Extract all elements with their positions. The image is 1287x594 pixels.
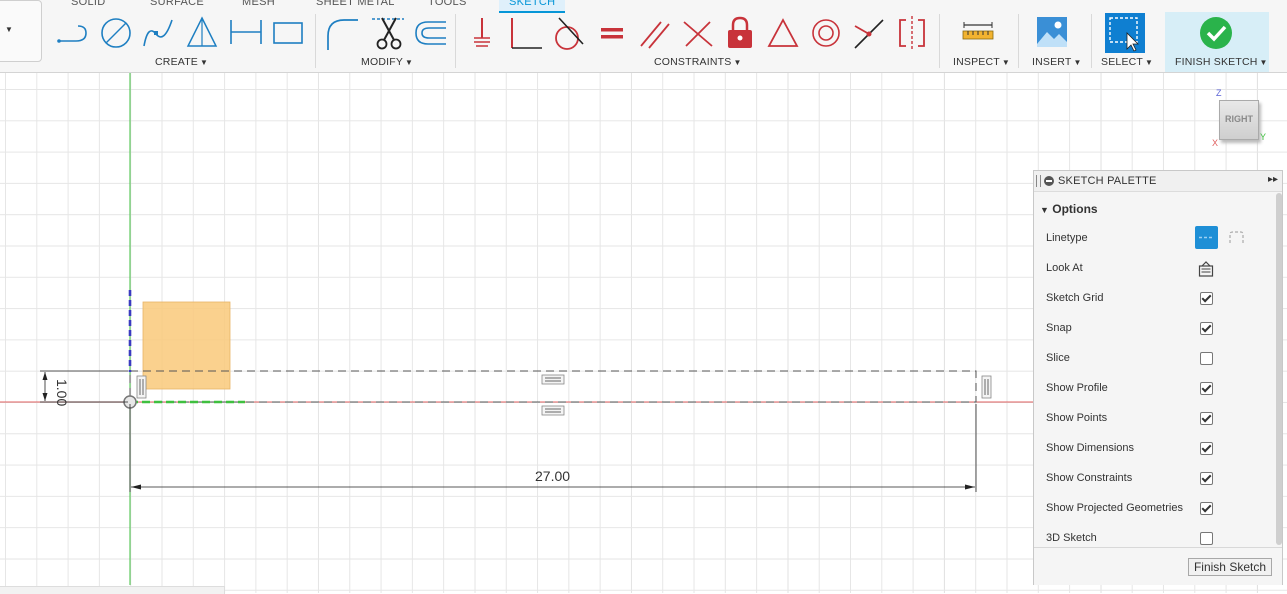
snap-checkbox[interactable] xyxy=(1200,322,1213,335)
lock-icon[interactable] xyxy=(722,14,758,52)
fillet-icon[interactable] xyxy=(324,14,360,52)
finish-sketch-menu[interactable]: FINISH SKETCH ▼ xyxy=(1175,56,1268,68)
show-constraints-checkbox[interactable] xyxy=(1200,472,1213,485)
drag-handle-icon[interactable] xyxy=(1036,175,1041,187)
palette-footer: Finish Sketch xyxy=(1034,547,1282,585)
look-at-icon[interactable] xyxy=(1198,261,1214,277)
show-profile-checkbox[interactable] xyxy=(1200,382,1213,395)
inspect-menu[interactable]: INSPECT ▼ xyxy=(953,56,1010,68)
sketch-grid-checkbox[interactable] xyxy=(1200,292,1213,305)
constraints-menu[interactable]: CONSTRAINTS ▼ xyxy=(654,56,742,68)
tab-mesh[interactable]: MESH xyxy=(242,0,275,8)
slice-checkbox[interactable] xyxy=(1200,352,1213,365)
line-icon[interactable] xyxy=(56,14,92,52)
z-axis-label: Z xyxy=(1216,88,1222,98)
profile-region[interactable] xyxy=(142,301,231,390)
minimize-icon[interactable] xyxy=(1044,176,1054,186)
3d-sketch-checkbox[interactable] xyxy=(1200,532,1213,545)
y-axis-label: Y xyxy=(1260,132,1267,142)
palette-title: SKETCH PALETTE xyxy=(1058,175,1157,187)
view-cube-face-right[interactable]: RIGHT xyxy=(1219,100,1259,140)
fix-icon[interactable] xyxy=(464,14,500,52)
tab-sketch[interactable]: SKETCH xyxy=(499,0,566,13)
options-section-header[interactable]: ▼ Options xyxy=(1040,202,1098,216)
option-show-points: Show Points xyxy=(1046,412,1108,424)
midpoint-icon[interactable] xyxy=(851,14,887,52)
tab-tools[interactable]: TOOLS xyxy=(428,0,467,8)
horizontal-dimension-value[interactable]: 27.00 xyxy=(535,468,570,484)
circle-icon[interactable] xyxy=(98,14,134,52)
insert-menu[interactable]: INSERT ▼ xyxy=(1032,56,1082,68)
triangle-icon[interactable] xyxy=(184,14,220,52)
x-axis-label: X xyxy=(1212,138,1219,148)
toolbar-separator xyxy=(455,14,456,68)
measure-icon[interactable] xyxy=(960,14,996,52)
horizontal-constraint-icon[interactable] xyxy=(541,405,565,416)
perpendicular-lines-icon[interactable] xyxy=(680,14,716,52)
tangent-icon[interactable] xyxy=(549,14,585,52)
modify-menu[interactable]: MODIFY ▼ xyxy=(361,56,413,68)
create-menu[interactable]: CREATE ▼ xyxy=(155,56,208,68)
chevron-down-icon: ▼ xyxy=(1040,205,1049,215)
show-dimensions-checkbox[interactable] xyxy=(1200,442,1213,455)
vertical-constraint-icon[interactable] xyxy=(981,375,992,399)
design-workspace-dropdown[interactable]: ▼ xyxy=(0,0,42,62)
concentric-icon[interactable] xyxy=(808,14,844,52)
show-projected-geometries-checkbox[interactable] xyxy=(1200,502,1213,515)
option-show-constraints: Show Constraints xyxy=(1046,472,1133,484)
vertical-constraint-icon[interactable] xyxy=(136,375,147,399)
select-menu[interactable]: SELECT ▼ xyxy=(1101,56,1153,68)
tab-solid[interactable]: SOLID xyxy=(71,0,106,8)
checkmark-icon[interactable] xyxy=(1199,16,1233,50)
finish-sketch-button[interactable]: Finish Sketch xyxy=(1187,558,1272,576)
chevron-down-icon: ▼ xyxy=(5,25,13,34)
horizontal-constraint-icon[interactable] xyxy=(541,374,565,385)
offset-icon[interactable] xyxy=(412,14,448,52)
image-icon[interactable] xyxy=(1034,14,1070,52)
palette-scrollbar[interactable] xyxy=(1276,193,1282,545)
perpendicular-icon[interactable] xyxy=(507,14,543,52)
vertical-dimension-value[interactable]: 1.00 xyxy=(54,379,70,406)
sketch-palette: SKETCH PALETTE ▸▸ ▼ Options Linetype Loo… xyxy=(1033,170,1283,585)
equal-icon[interactable] xyxy=(594,14,630,52)
parallel-icon[interactable] xyxy=(637,14,673,52)
option-linetype: Linetype xyxy=(1046,232,1088,244)
option-show-projected-geometries: Show Projected Geometries xyxy=(1046,502,1183,514)
option-snap: Snap xyxy=(1046,322,1072,334)
linetype-centerline-button[interactable] xyxy=(1227,229,1245,247)
linetype-construction-button[interactable] xyxy=(1195,226,1218,249)
trim-icon[interactable] xyxy=(370,14,406,52)
option-slice: Slice xyxy=(1046,352,1070,364)
spline-icon[interactable] xyxy=(140,14,176,52)
show-points-checkbox[interactable] xyxy=(1200,412,1213,425)
option-look-at: Look At xyxy=(1046,262,1083,274)
symmetry-icon[interactable] xyxy=(894,14,930,52)
select-icon[interactable] xyxy=(1105,13,1145,53)
expand-icon[interactable]: ▸▸ xyxy=(1268,174,1278,185)
option-show-profile: Show Profile xyxy=(1046,382,1108,394)
rectangle-icon[interactable] xyxy=(270,14,306,52)
toolbar-separator xyxy=(1018,14,1019,68)
toolbar-separator xyxy=(315,14,316,68)
tab-surface[interactable]: SURFACE xyxy=(150,0,204,8)
toolbar-separator xyxy=(1091,14,1092,68)
option-show-dimensions: Show Dimensions xyxy=(1046,442,1135,454)
toolbar: ▼ SOLID SURFACE MESH SHEET METAL TOOLS S… xyxy=(0,0,1287,73)
palette-header[interactable]: SKETCH PALETTE ▸▸ xyxy=(1034,171,1282,192)
option-3d-sketch: 3D Sketch xyxy=(1046,532,1097,544)
toolbar-separator xyxy=(939,14,940,68)
dimension-icon[interactable] xyxy=(228,14,264,52)
triangle-constraint-icon[interactable] xyxy=(765,14,801,52)
view-cube[interactable]: Z RIGHT Y X xyxy=(1210,88,1280,148)
tab-sheet-metal[interactable]: SHEET METAL xyxy=(316,0,395,8)
option-sketch-grid: Sketch Grid xyxy=(1046,292,1104,304)
